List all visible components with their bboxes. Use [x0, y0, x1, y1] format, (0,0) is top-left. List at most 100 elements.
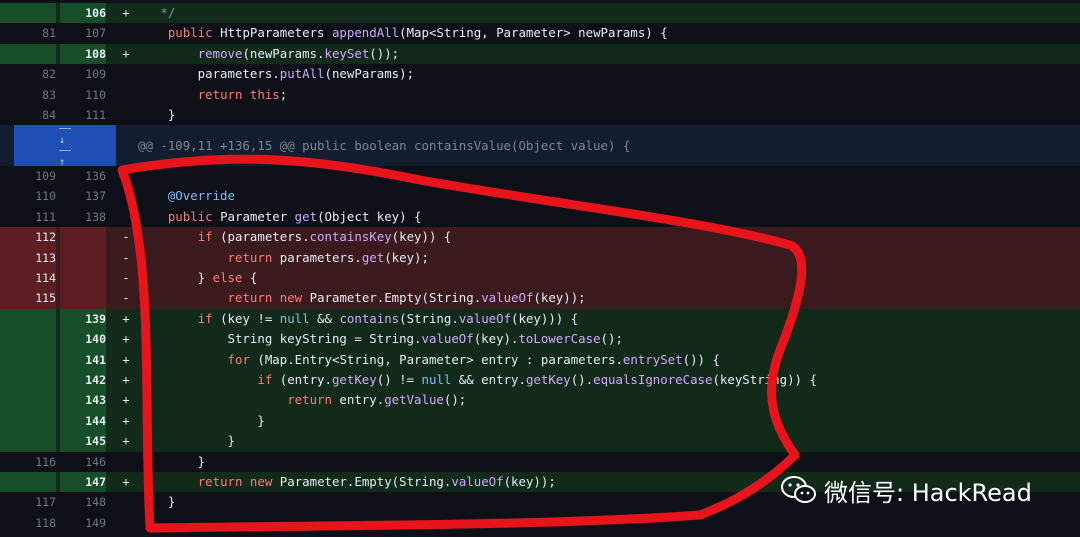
code-token: String keyString = String. [138, 331, 422, 347]
new-line-number[interactable]: 106 [60, 3, 106, 24]
watermark-text: 微信号: HackRead [824, 478, 1032, 507]
diff-line-ctx: 118 149 [0, 512, 1080, 534]
new-line-number[interactable]: 141 [60, 349, 106, 370]
code-token: parameters. [272, 249, 362, 265]
new-line-number[interactable]: 147 [60, 472, 106, 493]
old-line-number[interactable]: 83 [0, 85, 56, 105]
old-line-number[interactable]: 84 [0, 105, 56, 125]
diff-line-del: 114 - } else { [0, 268, 1080, 289]
old-line-number[interactable]: 117 [0, 492, 56, 512]
expand-down-icon[interactable]: ╌╌ ↓ [59, 124, 71, 146]
code-token: remove [197, 45, 243, 61]
code-token: get [294, 208, 318, 224]
code-token: (key)); [533, 290, 586, 306]
diff-marker: - [122, 291, 130, 306]
diff-line-add: 108 + remove (newParams. keySet ()); [0, 43, 1080, 65]
diff-line-ctx: 116 146 } [0, 451, 1080, 472]
old-line-number[interactable]: 81 [0, 23, 56, 43]
code-token: return [197, 474, 243, 489]
code-token: (); [443, 392, 467, 408]
old-line-number[interactable] [0, 390, 56, 411]
old-line-number[interactable]: 109 [0, 166, 56, 186]
old-line-number[interactable] [0, 370, 56, 391]
old-line-number[interactable] [0, 308, 56, 330]
new-line-number[interactable]: 148 [60, 492, 106, 512]
code-token: public [167, 25, 213, 41]
code-token: (String. [399, 310, 459, 326]
wechat-icon [781, 476, 816, 503]
old-line-number[interactable] [0, 43, 56, 65]
code-line: if (entry. getKey() != null && entry. getK… [138, 370, 817, 390]
code-line: } [138, 105, 175, 125]
old-line-number[interactable] [0, 329, 56, 350]
diff-marker [116, 186, 136, 206]
old-line-number[interactable] [0, 410, 56, 432]
code-token: } [138, 412, 265, 428]
diff-line-del: 112 - if (parameters. containsKey (key)) { [0, 227, 1080, 248]
diff-line-ctx: 111 138 public Parameter get (Object key) … [0, 206, 1080, 228]
old-line-number[interactable]: 115 [0, 288, 56, 309]
new-line-number[interactable] [60, 288, 106, 309]
new-line-number[interactable]: 139 [60, 308, 106, 330]
old-line-number[interactable] [0, 472, 56, 493]
code-token: && entry. [451, 372, 526, 387]
old-line-number[interactable] [0, 349, 56, 370]
code-token: HttpParameters [212, 25, 332, 41]
old-line-number[interactable] [0, 431, 56, 452]
new-line-number[interactable]: 142 [60, 370, 106, 391]
diff-line-add: 144 + } [0, 410, 1080, 432]
code-token: valueOf [481, 290, 534, 306]
new-line-number[interactable]: 108 [60, 43, 106, 65]
code-line: if (parameters. containsKey (key)) { [138, 227, 452, 247]
code-token: && [309, 310, 340, 326]
old-line-number[interactable] [0, 3, 56, 24]
diff-line-add: 140 + String keyString = String. valueOf (k… [0, 329, 1080, 350]
new-line-number[interactable]: 136 [60, 166, 106, 186]
new-line-number[interactable]: 110 [60, 85, 106, 105]
expand-lines-button[interactable]: ╌╌ ↓ ╌╌ ↑ [14, 124, 116, 168]
code-line: } [138, 431, 235, 451]
old-line-number[interactable]: 114 [0, 268, 56, 289]
diff-marker: + [122, 311, 130, 326]
new-line-number[interactable] [60, 268, 106, 289]
new-line-number[interactable]: 107 [60, 23, 106, 43]
old-line-number[interactable]: 111 [0, 207, 56, 227]
expand-up-icon[interactable]: ╌╌ ↑ [59, 146, 71, 168]
diff-marker [116, 166, 136, 186]
code-token: Parameter.Empty(String. [302, 290, 482, 306]
new-line-number[interactable]: 111 [60, 105, 106, 125]
new-line-number[interactable]: 145 [60, 431, 106, 452]
code-token: getKey [525, 372, 571, 387]
old-line-number[interactable]: 113 [0, 247, 56, 268]
code-line: return entry. getValue (); [138, 390, 466, 410]
code-token: (key != [212, 310, 280, 326]
code-token: (Map.Entry<String, Parameter> entry : pa… [249, 351, 623, 367]
new-line-number[interactable]: 143 [60, 390, 106, 411]
old-line-number[interactable]: 110 [0, 186, 56, 206]
code-token: public [167, 208, 213, 224]
new-line-number[interactable] [60, 247, 106, 268]
code-token: ()); [369, 45, 400, 61]
new-line-number[interactable]: 144 [60, 410, 106, 432]
new-line-number[interactable]: 149 [60, 513, 106, 533]
old-line-number[interactable]: 82 [0, 64, 56, 84]
diff-line-ctx: 110 137 @Override [0, 186, 1080, 207]
new-line-number[interactable]: 138 [60, 207, 106, 227]
new-line-number[interactable] [60, 227, 106, 248]
diff-line-add: 139 + if (key != null && contains (String.… [0, 308, 1080, 330]
diff-marker [116, 452, 136, 472]
new-line-number[interactable]: 140 [60, 329, 106, 350]
diff-line-ctx: 83 110 return this; [0, 84, 1080, 105]
new-line-number[interactable]: 109 [60, 64, 106, 84]
old-line-number[interactable]: 112 [0, 227, 56, 248]
old-line-number[interactable]: 116 [0, 452, 56, 472]
diff-marker: + [122, 434, 130, 449]
new-line-number[interactable]: 137 [60, 186, 106, 206]
old-line-number[interactable]: 118 [0, 513, 56, 533]
diff-marker [116, 85, 136, 105]
new-line-number[interactable]: 146 [60, 452, 106, 472]
code-token: return [227, 290, 273, 306]
